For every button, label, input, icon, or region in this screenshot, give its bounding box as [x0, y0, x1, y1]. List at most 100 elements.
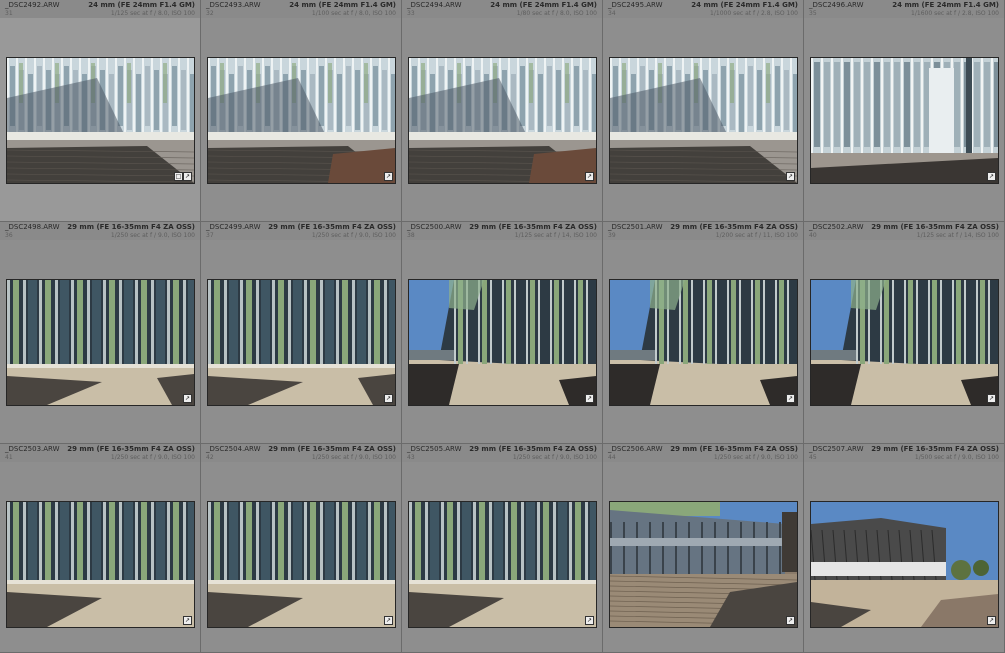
photo-cell[interactable]: _DSC2499.ARW 29 mm (FE 16-35mm F4 ZA OSS)… [201, 222, 402, 444]
photo-thumbnail[interactable]: ↗ □ [6, 57, 195, 184]
photo-cell[interactable]: _DSC2507.ARW 29 mm (FE 16-35mm F4 ZA OSS)… [804, 444, 1005, 653]
edit-icon[interactable]: ↗ [183, 616, 192, 625]
photo-cell[interactable]: _DSC2493.ARW 24 mm (FE 24mm F1.4 GM) 32 1/1… [201, 0, 402, 222]
photo-cell[interactable]: _DSC2501.ARW 29 mm (FE 16-35mm F4 ZA OSS)… [603, 222, 804, 444]
exposure-info: 1/500 sec at f / 9.0, ISO 100 [914, 454, 999, 461]
file-name: _DSC2493.ARW [206, 1, 261, 9]
photo-thumbnail[interactable]: ↗ [609, 57, 798, 184]
photo-cell-header: _DSC2494.ARW 24 mm (FE 24mm F1.4 GM) 33 1/8… [402, 0, 602, 18]
photo-index: 33 [407, 10, 415, 17]
exposure-info: 1/250 sec at f / 9.0, ISO 100 [713, 454, 798, 461]
photo-cell-header: _DSC2492.ARW 24 mm (FE 24mm F1.4 GM) 31 1/1… [0, 0, 200, 18]
exposure-info: 1/125 sec at f / 8.0, ISO 100 [110, 10, 195, 17]
photo-cell[interactable]: _DSC2496.ARW 24 mm (FE 24mm F1.4 GM) 35 1/1… [804, 0, 1005, 222]
photo-cell[interactable]: _DSC2504.ARW 29 mm (FE 16-35mm F4 ZA OSS)… [201, 444, 402, 653]
photo-index: 43 [407, 454, 415, 461]
photo-index: 34 [608, 10, 616, 17]
lens-info: 29 mm (FE 16-35mm F4 ZA OSS) [469, 223, 597, 231]
photo-index: 45 [809, 454, 817, 461]
photo-thumbnail[interactable]: ↗ [810, 501, 999, 628]
photo-thumbnail[interactable]: ↗ [408, 279, 597, 406]
edit-icon[interactable]: ↗ [183, 394, 192, 403]
photo-index: 36 [5, 232, 13, 239]
lens-info: 24 mm (FE 24mm F1.4 GM) [289, 1, 396, 9]
photo-thumbnail[interactable]: ↗ [810, 279, 999, 406]
edit-icon[interactable]: ↗ [384, 394, 393, 403]
lens-info: 29 mm (FE 16-35mm F4 ZA OSS) [268, 445, 396, 453]
photo-index: 38 [407, 232, 415, 239]
edit-icon[interactable]: ↗ [786, 616, 795, 625]
photo-cell-header: _DSC2506.ARW 29 mm (FE 16-35mm F4 ZA OSS)… [603, 444, 803, 462]
photo-cell-header: _DSC2501.ARW 29 mm (FE 16-35mm F4 ZA OSS)… [603, 222, 803, 240]
exposure-info: 1/250 sec at f / 9.0, ISO 100 [512, 454, 597, 461]
edit-icon[interactable]: ↗ [987, 172, 996, 181]
photo-cell[interactable]: _DSC2502.ARW 29 mm (FE 16-35mm F4 ZA OSS)… [804, 222, 1005, 444]
edit-icon[interactable]: ↗ [183, 172, 192, 181]
edit-icon[interactable]: ↗ [384, 172, 393, 181]
photo-thumbnail[interactable]: ↗ [6, 501, 195, 628]
photo-cell[interactable]: _DSC2498.ARW 29 mm (FE 16-35mm F4 ZA OSS)… [0, 222, 201, 444]
file-name: _DSC2500.ARW [407, 223, 462, 231]
filmstrip-grid: _DSC2492.ARW 24 mm (FE 24mm F1.4 GM) 31 1/1… [0, 0, 1005, 653]
photo-thumbnail[interactable]: ↗ [408, 57, 597, 184]
file-name: _DSC2506.ARW [608, 445, 663, 453]
photo-cell[interactable]: _DSC2505.ARW 29 mm (FE 16-35mm F4 ZA OSS)… [402, 444, 603, 653]
photo-cell-header: _DSC2500.ARW 29 mm (FE 16-35mm F4 ZA OSS)… [402, 222, 602, 240]
exposure-info: 1/250 sec at f / 9.0, ISO 100 [311, 454, 396, 461]
file-name: _DSC2507.ARW [809, 445, 864, 453]
photo-index: 32 [206, 10, 214, 17]
exposure-info: 1/200 sec at f / 11, ISO 100 [715, 232, 798, 239]
photo-index: 40 [809, 232, 817, 239]
edit-icon[interactable]: ↗ [585, 394, 594, 403]
photo-index: 42 [206, 454, 214, 461]
lens-info: 24 mm (FE 24mm F1.4 GM) [490, 1, 597, 9]
lens-info: 29 mm (FE 16-35mm F4 ZA OSS) [469, 445, 597, 453]
photo-thumbnail[interactable]: ↗ [408, 501, 597, 628]
photo-thumbnail[interactable]: ↗ [207, 279, 396, 406]
edit-icon[interactable]: ↗ [786, 172, 795, 181]
file-name: _DSC2495.ARW [608, 1, 663, 9]
photo-cell[interactable]: _DSC2500.ARW 29 mm (FE 16-35mm F4 ZA OSS)… [402, 222, 603, 444]
crop-icon[interactable]: □ [174, 172, 183, 181]
exposure-info: 1/250 sec at f / 9.0, ISO 100 [110, 232, 195, 239]
edit-icon[interactable]: ↗ [786, 394, 795, 403]
photo-thumbnail[interactable]: ↗ [810, 57, 999, 184]
edit-icon[interactable]: ↗ [987, 394, 996, 403]
exposure-info: 1/1600 sec at f / 2.8, ISO 100 [911, 10, 999, 17]
lens-info: 29 mm (FE 16-35mm F4 ZA OSS) [67, 223, 195, 231]
edit-icon[interactable]: ↗ [585, 172, 594, 181]
lens-info: 29 mm (FE 16-35mm F4 ZA OSS) [871, 445, 999, 453]
exposure-info: 1/250 sec at f / 9.0, ISO 100 [110, 454, 195, 461]
edit-icon[interactable]: ↗ [384, 616, 393, 625]
exposure-info: 1/125 sec at f / 14, ISO 100 [514, 232, 597, 239]
file-name: _DSC2494.ARW [407, 1, 462, 9]
photo-cell[interactable]: _DSC2506.ARW 29 mm (FE 16-35mm F4 ZA OSS)… [603, 444, 804, 653]
photo-cell-header: _DSC2504.ARW 29 mm (FE 16-35mm F4 ZA OSS)… [201, 444, 401, 462]
photo-index: 44 [608, 454, 616, 461]
exposure-info: 1/100 sec at f / 8.0, ISO 100 [311, 10, 396, 17]
photo-cell[interactable]: _DSC2494.ARW 24 mm (FE 24mm F1.4 GM) 33 1/8… [402, 0, 603, 222]
photo-index: 35 [809, 10, 817, 17]
file-name: _DSC2503.ARW [5, 445, 60, 453]
file-name: _DSC2492.ARW [5, 1, 60, 9]
lens-info: 29 mm (FE 16-35mm F4 ZA OSS) [67, 445, 195, 453]
photo-thumbnail[interactable]: ↗ [609, 279, 798, 406]
photo-cell[interactable]: _DSC2495.ARW 24 mm (FE 24mm F1.4 GM) 34 1/1… [603, 0, 804, 222]
exposure-info: 1/250 sec at f / 9.0, ISO 100 [311, 232, 396, 239]
photo-cell-header: _DSC2503.ARW 29 mm (FE 16-35mm F4 ZA OSS)… [0, 444, 200, 462]
edit-icon[interactable]: ↗ [987, 616, 996, 625]
file-name: _DSC2504.ARW [206, 445, 261, 453]
lens-info: 29 mm (FE 16-35mm F4 ZA OSS) [670, 223, 798, 231]
edit-icon[interactable]: ↗ [585, 616, 594, 625]
photo-thumbnail[interactable]: ↗ [207, 57, 396, 184]
file-name: _DSC2501.ARW [608, 223, 663, 231]
photo-thumbnail[interactable]: ↗ [609, 501, 798, 628]
photo-thumbnail[interactable]: ↗ [207, 501, 396, 628]
exposure-info: 1/125 sec at f / 14, ISO 100 [916, 232, 999, 239]
photo-cell-header: _DSC2496.ARW 24 mm (FE 24mm F1.4 GM) 35 1/1… [804, 0, 1004, 18]
photo-cell[interactable]: _DSC2492.ARW 24 mm (FE 24mm F1.4 GM) 31 1/1… [0, 0, 201, 222]
photo-index: 41 [5, 454, 13, 461]
photo-thumbnail[interactable]: ↗ [6, 279, 195, 406]
photo-cell[interactable]: _DSC2503.ARW 29 mm (FE 16-35mm F4 ZA OSS)… [0, 444, 201, 653]
file-name: _DSC2499.ARW [206, 223, 261, 231]
